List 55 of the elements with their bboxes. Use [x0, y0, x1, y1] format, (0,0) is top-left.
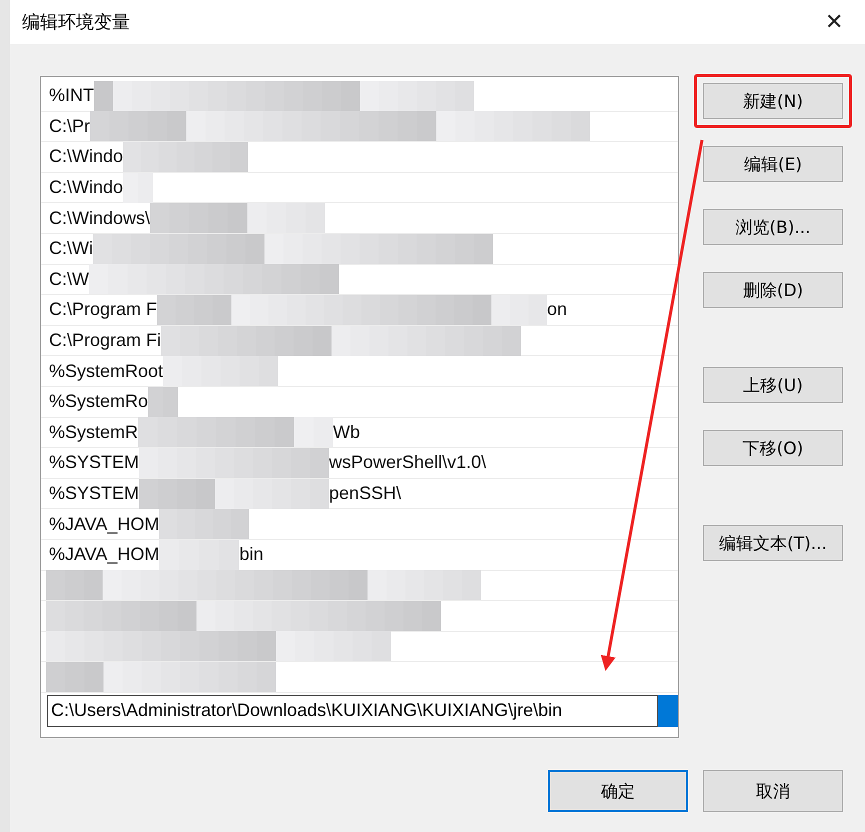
action-button[interactable]: 编辑文本(T)...	[703, 525, 843, 561]
list-item[interactable]: %JAVA_HOM	[41, 509, 678, 540]
mosaic-icon	[46, 600, 441, 631]
dialog-button[interactable]: 取消	[703, 770, 843, 812]
path-text: %SYSTEM	[49, 452, 140, 474]
mosaic-icon	[94, 80, 474, 111]
action-button[interactable]: 编辑(E)	[703, 146, 843, 182]
list-item[interactable]: %INT	[41, 81, 678, 112]
close-button[interactable]: ✕	[821, 9, 847, 35]
path-text: %SYSTEM	[49, 483, 140, 504]
action-button[interactable]: 上移(U)	[703, 367, 843, 403]
path-text: %SystemRoot	[49, 360, 164, 382]
window-title: 编辑环境变量	[22, 11, 130, 34]
path-text: C:\W	[49, 268, 89, 290]
path-text: %SystemR	[49, 422, 138, 443]
list-item[interactable]: %SystemRoot	[41, 356, 678, 387]
action-button[interactable]: 删除(D)	[703, 272, 843, 308]
path-text: C:\Pr	[49, 116, 90, 137]
path-text: C:\Windo	[49, 146, 124, 168]
list-item[interactable]	[41, 601, 678, 632]
path-input-field[interactable]: C:\Users\Administrator\Downloads\KUIXIANG\KUIXIANG\jre\bin	[47, 694, 658, 727]
action-button[interactable]: 下移(O)	[703, 430, 843, 466]
list-item[interactable]: C:\Wi	[41, 234, 678, 265]
mosaic-icon	[139, 448, 330, 478]
path-text: %JAVA_HOM	[49, 544, 160, 566]
path-text: C:\Windo	[49, 177, 124, 198]
path-text: %SystemRo	[49, 391, 148, 412]
path-text: wsPowerShell\v1.0\	[329, 452, 486, 474]
path-text: C:\Windows\	[49, 208, 150, 229]
path-text: C:\Wi	[49, 238, 93, 260]
list-item[interactable]: C:\Program F on	[41, 295, 678, 326]
path-text: Wb	[333, 422, 360, 443]
path-text: %INT	[49, 85, 94, 106]
path-text: %JAVA_HOM	[49, 514, 160, 535]
path-text: penSSH\	[329, 483, 402, 504]
path-text: bin	[239, 544, 264, 566]
list-item[interactable]	[41, 570, 678, 602]
list-item[interactable]	[41, 662, 678, 693]
list-item[interactable]: C:\Pr	[41, 112, 678, 142]
list-item[interactable]: C:\W	[41, 264, 678, 296]
list-item[interactable]: C:\Program Fi	[41, 326, 678, 356]
path-text: C:\Program Fi	[49, 330, 162, 352]
selection-marker	[658, 694, 678, 727]
list-item[interactable]	[41, 632, 678, 662]
action-button[interactable]: 浏览(B)...	[703, 209, 843, 245]
list-item[interactable]: %SYSTEM penSSH\	[41, 478, 678, 510]
list-item[interactable]: %SYSTEM wsPowerShell\v1.0\	[41, 448, 678, 479]
path-text: on	[547, 299, 568, 320]
list-item[interactable]: C:\Windo	[41, 142, 678, 173]
list-item[interactable]: %SystemR Wb	[41, 418, 678, 448]
list-item[interactable]: C:\Windows\	[41, 203, 678, 234]
action-button[interactable]: 新建(N)	[703, 83, 843, 119]
list-item[interactable]: C:\Windo	[41, 172, 678, 204]
path-text: C:\Program F	[49, 299, 158, 320]
dialog-button[interactable]: 确定	[548, 770, 688, 812]
